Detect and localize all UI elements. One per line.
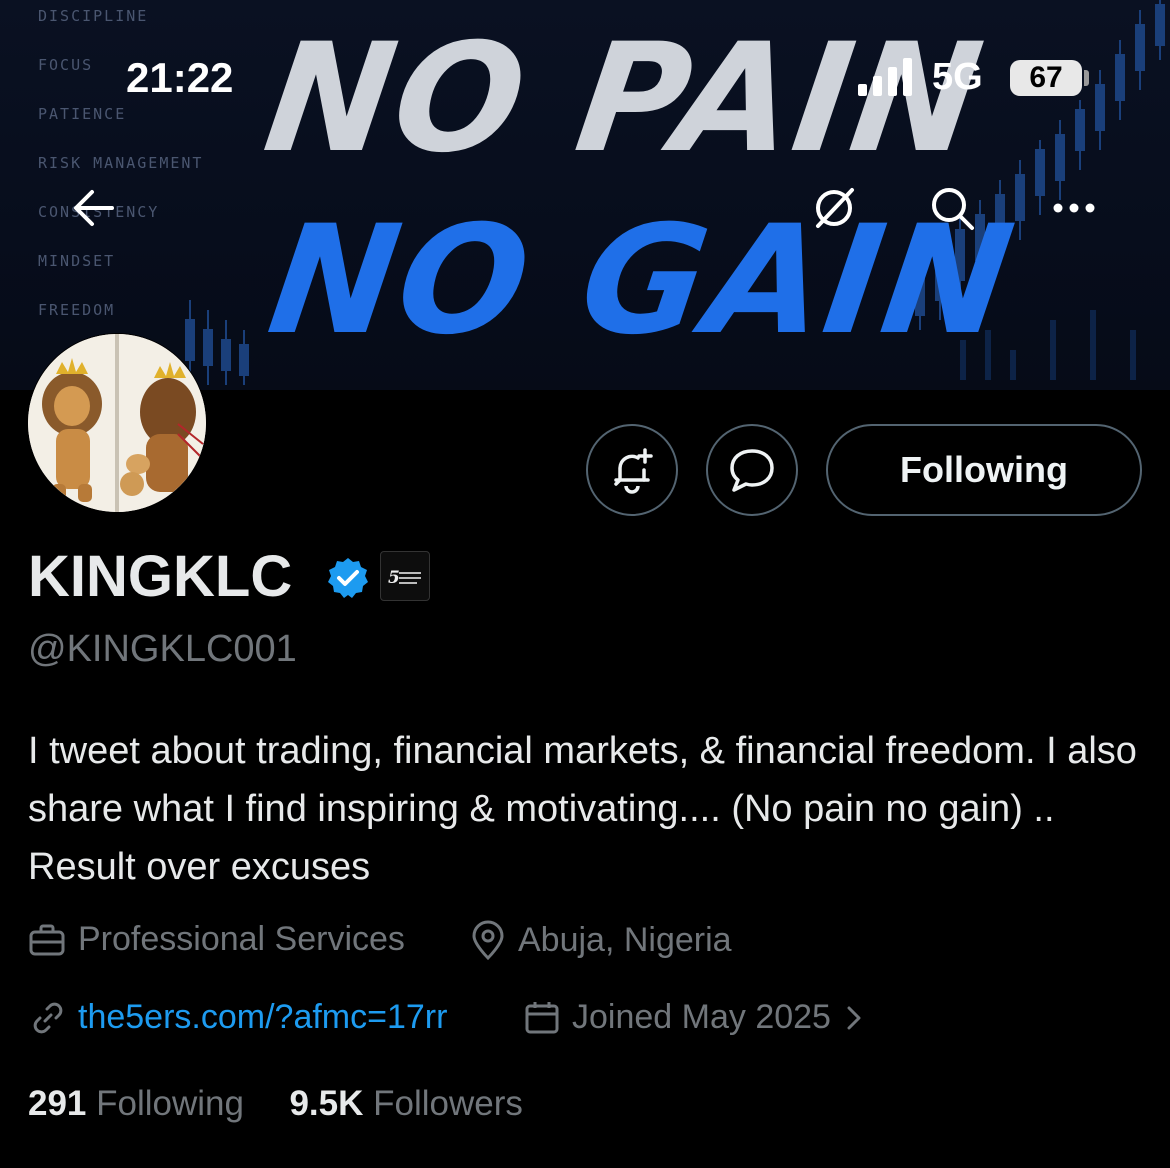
banner-headline-line2: NO GAIN [259,194,1025,368]
followers-count: 9.5K [289,1084,364,1123]
network-label: 5G [932,56,983,98]
bio: I tweet about trading, financial markets… [28,730,1137,888]
back-icon[interactable] [66,180,122,236]
verified-badge-icon[interactable] [326,556,370,600]
message-button[interactable] [706,424,798,516]
profile-category: Professional Services [28,920,405,959]
followers-stat-label: Followers [373,1084,523,1123]
calendar-icon [524,1000,560,1036]
avatar[interactable] [27,333,207,513]
signal-icon [858,58,912,96]
bell-plus-icon [614,448,653,494]
following-stat[interactable]: 291 Following [28,1084,244,1123]
status-time: 21:22 [126,54,234,101]
anniversary-badge-icon[interactable]: 5 [380,551,430,601]
grok-icon[interactable] [806,180,862,236]
profile-link[interactable]: the5ers.com/?afmc=17rr [30,998,447,1037]
battery-nub [1084,70,1089,86]
search-icon[interactable] [924,180,980,236]
banner-headline-line1: NO PAIN [255,12,994,186]
side-word: PATIENCE [38,105,127,123]
joined-label: Joined May 2025 [572,998,831,1036]
chevron-right-icon[interactable] [845,1004,863,1032]
briefcase-icon [28,923,66,957]
following-count: 291 [28,1084,87,1123]
svg-text:5: 5 [388,568,400,588]
side-word: MINDSET [38,252,116,270]
website-link[interactable]: the5ers.com/?afmc=17rr [78,998,447,1037]
following-stat-label: Following [96,1084,244,1123]
location-pin-icon [470,920,506,960]
category-label: Professional Services [78,920,405,958]
message-icon [730,449,774,492]
display-name: KINGKLC [28,544,293,609]
more-icon[interactable] [1046,180,1102,236]
follow-stats: 291 Following 9.5K Followers [28,1084,523,1124]
side-word: DISCIPLINE [38,7,149,25]
following-button[interactable]: Following [826,424,1142,516]
profile-joined[interactable]: Joined May 2025 [524,998,863,1037]
lion-avatar-image [28,334,206,512]
battery-icon: 67 [1010,60,1082,96]
location-label: Abuja, Nigeria [518,920,732,959]
notify-button[interactable] [586,424,678,516]
link-icon [30,1000,66,1036]
followers-stat[interactable]: 9.5K Followers [289,1084,522,1123]
profile-location: Abuja, Nigeria [470,920,732,960]
handle: @KINGKLC001 [28,628,297,670]
